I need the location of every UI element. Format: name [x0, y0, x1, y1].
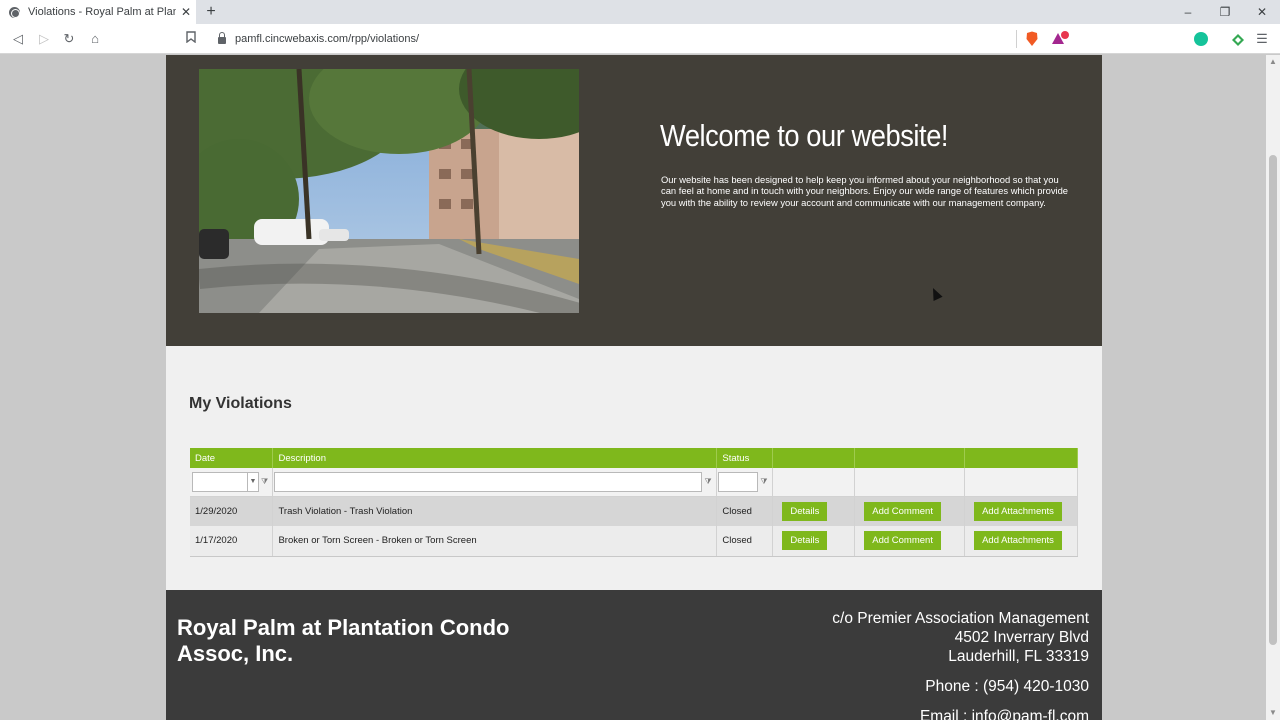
page-viewport: Welcome to our website! Our website has …: [0, 55, 1266, 720]
details-button[interactable]: Details: [782, 531, 828, 551]
browser-tab[interactable]: Violations - Royal Palm at Plantatio ✕: [0, 0, 196, 24]
violation-date: 1/29/2020: [190, 496, 274, 526]
scroll-thumb[interactable]: [1269, 155, 1277, 645]
section-title: My Violations: [189, 395, 292, 412]
bookmark-icon[interactable]: [182, 30, 200, 48]
scroll-up-icon[interactable]: ▲: [1269, 58, 1277, 66]
tab-title: Violations - Royal Palm at Plantatio: [28, 6, 176, 18]
globe-icon: [9, 6, 20, 18]
welcome-title: Welcome to our website!: [660, 118, 949, 153]
column-header-blank: [854, 448, 966, 468]
browser-toolbar: ◁ ▷ ↻ ⌂ pamfl.cincwebaxis.com/rpp/violat…: [0, 24, 1280, 54]
address-line: c/o Premier Association Management: [832, 610, 1089, 627]
forward-icon[interactable]: ▷: [35, 30, 53, 48]
hero-banner: Welcome to our website! Our website has …: [166, 55, 1102, 346]
address-line: Lauderhill, FL 33319: [948, 648, 1089, 665]
violations-table: Date Description Status ▼ ⧩ ⧩ ⧩ 1/29/202…: [190, 448, 1078, 557]
description-filter-input[interactable]: [274, 471, 703, 492]
violation-status: Closed: [716, 496, 774, 526]
site-footer: Royal Palm at Plantation Condo Assoc, In…: [166, 590, 1102, 720]
community-photo: [199, 69, 579, 313]
lock-icon: [218, 32, 226, 44]
column-header-blank: [964, 448, 1078, 468]
violations-section: My Violations Date Description Status ▼: [166, 346, 1102, 590]
filter-icon[interactable]: ⧩: [704, 477, 713, 487]
extension-icon[interactable]: [1230, 32, 1244, 46]
filter-icon[interactable]: ⧩: [760, 477, 769, 487]
filter-row: ▼ ⧩ ⧩ ⧩: [190, 468, 1078, 497]
phone-number: Phone : (954) 420-1030: [925, 678, 1089, 695]
restore-button[interactable]: ❐: [1207, 0, 1243, 24]
close-window-button[interactable]: ✕: [1244, 0, 1280, 24]
page-container: Welcome to our website! Our website has …: [166, 55, 1102, 720]
violation-date: 1/17/2020: [190, 526, 274, 557]
column-header-description[interactable]: Description: [272, 448, 718, 468]
column-header-status[interactable]: Status: [716, 448, 774, 468]
menu-icon[interactable]: ☰: [1253, 30, 1271, 48]
back-icon[interactable]: ◁: [9, 30, 27, 48]
column-header-blank: [772, 448, 856, 468]
add-attachments-button[interactable]: Add Attachments: [974, 531, 1062, 551]
url-text: pamfl.cincwebaxis.com/rpp/violations/: [235, 33, 420, 45]
close-tab-icon[interactable]: ✕: [180, 5, 192, 19]
minimize-button[interactable]: –: [1170, 0, 1206, 24]
violation-status: Closed: [716, 526, 774, 557]
brave-shield-icon[interactable]: [1025, 31, 1039, 46]
tab-strip: Violations - Royal Palm at Plantatio ✕ +…: [0, 0, 1280, 24]
page-scrollbar[interactable]: ▲ ▼: [1266, 55, 1280, 720]
welcome-text: Our website has been designed to help ke…: [661, 174, 1069, 208]
new-tab-button[interactable]: +: [202, 2, 220, 22]
violation-description: Broken or Torn Screen - Broken or Torn S…: [272, 526, 718, 557]
reload-icon[interactable]: ↻: [60, 30, 78, 48]
status-filter-input[interactable]: [718, 471, 759, 492]
grammarly-icon[interactable]: [1194, 32, 1208, 46]
details-button[interactable]: Details: [782, 501, 828, 521]
address-line: 4502 Inverrary Blvd: [954, 629, 1089, 646]
date-filter-input[interactable]: ▼: [192, 471, 259, 492]
table-row: 1/29/2020 Trash Violation - Trash Violat…: [190, 496, 1078, 526]
divider: [1016, 30, 1017, 48]
association-name: Royal Palm at Plantation Condo Assoc, In…: [177, 615, 510, 666]
add-comment-button[interactable]: Add Comment: [864, 531, 941, 551]
header-row: Date Description Status: [190, 448, 1078, 468]
violation-description: Trash Violation - Trash Violation: [272, 496, 718, 526]
chevron-down-icon[interactable]: ▼: [247, 472, 258, 491]
address-bar[interactable]: pamfl.cincwebaxis.com/rpp/violations/: [210, 28, 1020, 50]
email-link[interactable]: Email : info@pam-fl.com: [832, 707, 1089, 720]
table-row: 1/17/2020 Broken or Torn Screen - Broken…: [190, 526, 1078, 557]
add-attachments-button[interactable]: Add Attachments: [974, 501, 1062, 521]
column-header-date[interactable]: Date: [190, 448, 274, 468]
filter-icon[interactable]: ⧩: [261, 477, 270, 487]
home-icon[interactable]: ⌂: [86, 30, 104, 48]
brave-rewards-icon[interactable]: [1051, 31, 1069, 45]
contact-block: c/o Premier Association Management 4502 …: [832, 609, 1089, 720]
add-comment-button[interactable]: Add Comment: [864, 501, 941, 521]
scroll-down-icon[interactable]: ▼: [1269, 709, 1277, 717]
